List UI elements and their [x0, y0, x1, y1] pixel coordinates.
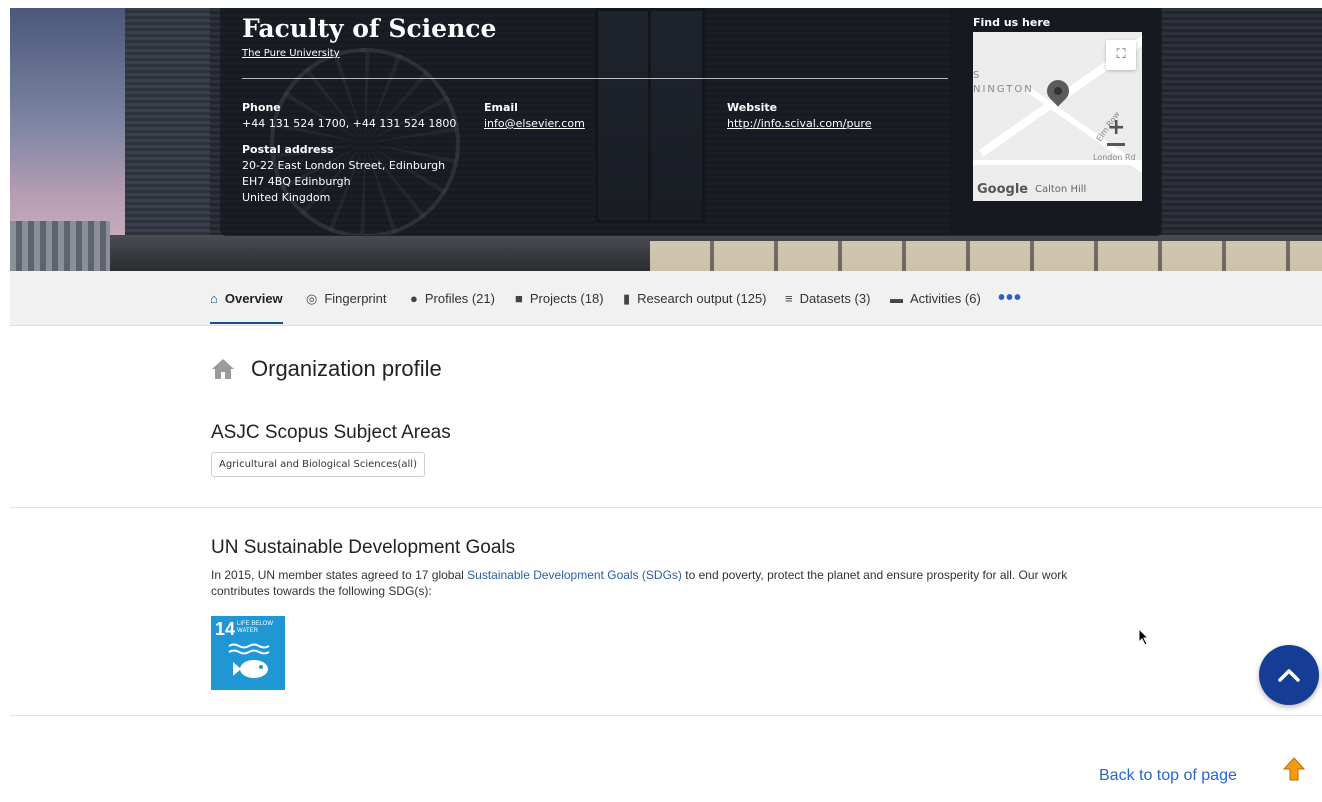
phone-value: +44 131 524 1700, +44 131 524 1800 [242, 117, 457, 130]
tab-fingerprint[interactable]: ◎ Fingerprint [306, 271, 386, 326]
map-title: Find us here [973, 16, 1051, 29]
tab-profiles[interactable]: ● Profiles (21) [410, 271, 495, 326]
back-to-top-link[interactable]: Back to top of page [1099, 767, 1237, 785]
location-map[interactable]: S NINGTON Elm Row London Rd ⛶ + Google C… [973, 32, 1142, 201]
list-icon: ≡ [785, 291, 793, 306]
map-area-label-prefix: S [973, 70, 982, 81]
postal-address-line: 20-22 East London Street, Edinburgh [242, 159, 446, 172]
hero-lit-windows [650, 241, 1322, 271]
panel-divider [242, 78, 948, 79]
tab-projects[interactable]: ■ Projects (18) [515, 271, 604, 326]
email-link[interactable]: info@elsevier.com [484, 116, 585, 132]
parent-organisation-link[interactable]: The Pure University [242, 48, 340, 59]
asjc-heading: ASJC Scopus Subject Areas [211, 422, 451, 443]
fish-icon [228, 643, 270, 678]
fingerprint-icon: ◎ [306, 290, 318, 306]
sdg-description: In 2015, UN member states agreed to 17 g… [211, 567, 1101, 599]
map-zoom-in-icon[interactable]: + [1107, 115, 1125, 140]
briefcase-icon: ▬ [890, 291, 903, 306]
tab-activities[interactable]: ▬ Activities (6) [890, 271, 981, 326]
tab-datasets[interactable]: ≡ Datasets (3) [785, 271, 870, 326]
sdg-label-line: WATER [237, 628, 258, 634]
map-fullscreen-icon[interactable]: ⛶ [1106, 40, 1136, 70]
subject-area-tag[interactable]: Agricultural and Biological Sciences(all… [211, 452, 425, 477]
postal-address-line: EH7 4BQ Edinburgh [242, 175, 351, 188]
postal-address-line: United Kingdom [242, 191, 331, 204]
person-icon: ● [410, 291, 418, 306]
organisation-title: Faculty of Science [242, 14, 497, 43]
tab-label: Overview [224, 291, 283, 306]
sdg-link[interactable]: Sustainable Development Goals (SDGs) [467, 568, 682, 582]
website-label: Website [727, 101, 778, 114]
book-icon: ▮ [623, 290, 631, 306]
tab-research-output[interactable]: ▮ Research output (125) [623, 271, 767, 326]
organisation-tabs: ⌂ Overview ◎ Fingerprint ● Profiles (21)… [10, 271, 1322, 326]
hero-side-building [10, 221, 110, 271]
sdg-label: LIFE BELOW WATER [237, 621, 273, 635]
map-road-label: London Rd [1093, 153, 1136, 162]
organisation-hero: Faculty of Science The Pure University P… [10, 8, 1322, 271]
tab-overview[interactable]: ⌂ Overview [210, 271, 283, 326]
home-icon: ⌂ [210, 291, 218, 306]
mouse-cursor-icon [1138, 628, 1150, 646]
sdg-heading: UN Sustainable Development Goals [211, 537, 516, 558]
sdg-number: 14 [215, 619, 236, 639]
more-tabs-button[interactable]: ••• [998, 271, 1022, 326]
tab-label: Activities (6) [910, 291, 981, 306]
up-arrow-icon[interactable] [1283, 757, 1305, 781]
sdg-label-line: LIFE BELOW [237, 621, 274, 627]
map-google-logo: Google [977, 182, 1029, 197]
sdg-text-before: In 2015, UN member states agreed to 17 g… [211, 568, 468, 582]
phone-label: Phone [242, 101, 281, 114]
tab-label: Datasets (3) [799, 291, 871, 306]
chevron-up-icon [1278, 669, 1300, 682]
sdg-14-tile[interactable]: 14 LIFE BELOW WATER [211, 616, 285, 690]
scroll-to-top-button[interactable] [1259, 645, 1319, 705]
tab-label: Fingerprint [324, 291, 387, 306]
organisation-info-panel: Faculty of Science The Pure University P… [220, 8, 1162, 236]
page-title: Organization profile [251, 356, 442, 381]
map-road-label: Calton Hill [1035, 184, 1087, 195]
email-label: Email [484, 101, 518, 114]
section-divider [10, 715, 1322, 716]
website-link[interactable]: http://info.scival.com/pure [727, 116, 871, 132]
tab-label: Projects (18) [529, 291, 604, 306]
map-zoom-out-icon[interactable] [1107, 143, 1125, 146]
tab-label: Profiles (21) [424, 291, 495, 306]
postal-address-label: Postal address [242, 143, 334, 156]
cube-icon: ■ [515, 291, 523, 306]
map-area-label: NINGTON [973, 84, 1034, 95]
tab-label: Research output (125) [637, 291, 767, 306]
home-icon [212, 359, 234, 379]
section-divider [10, 507, 1322, 508]
